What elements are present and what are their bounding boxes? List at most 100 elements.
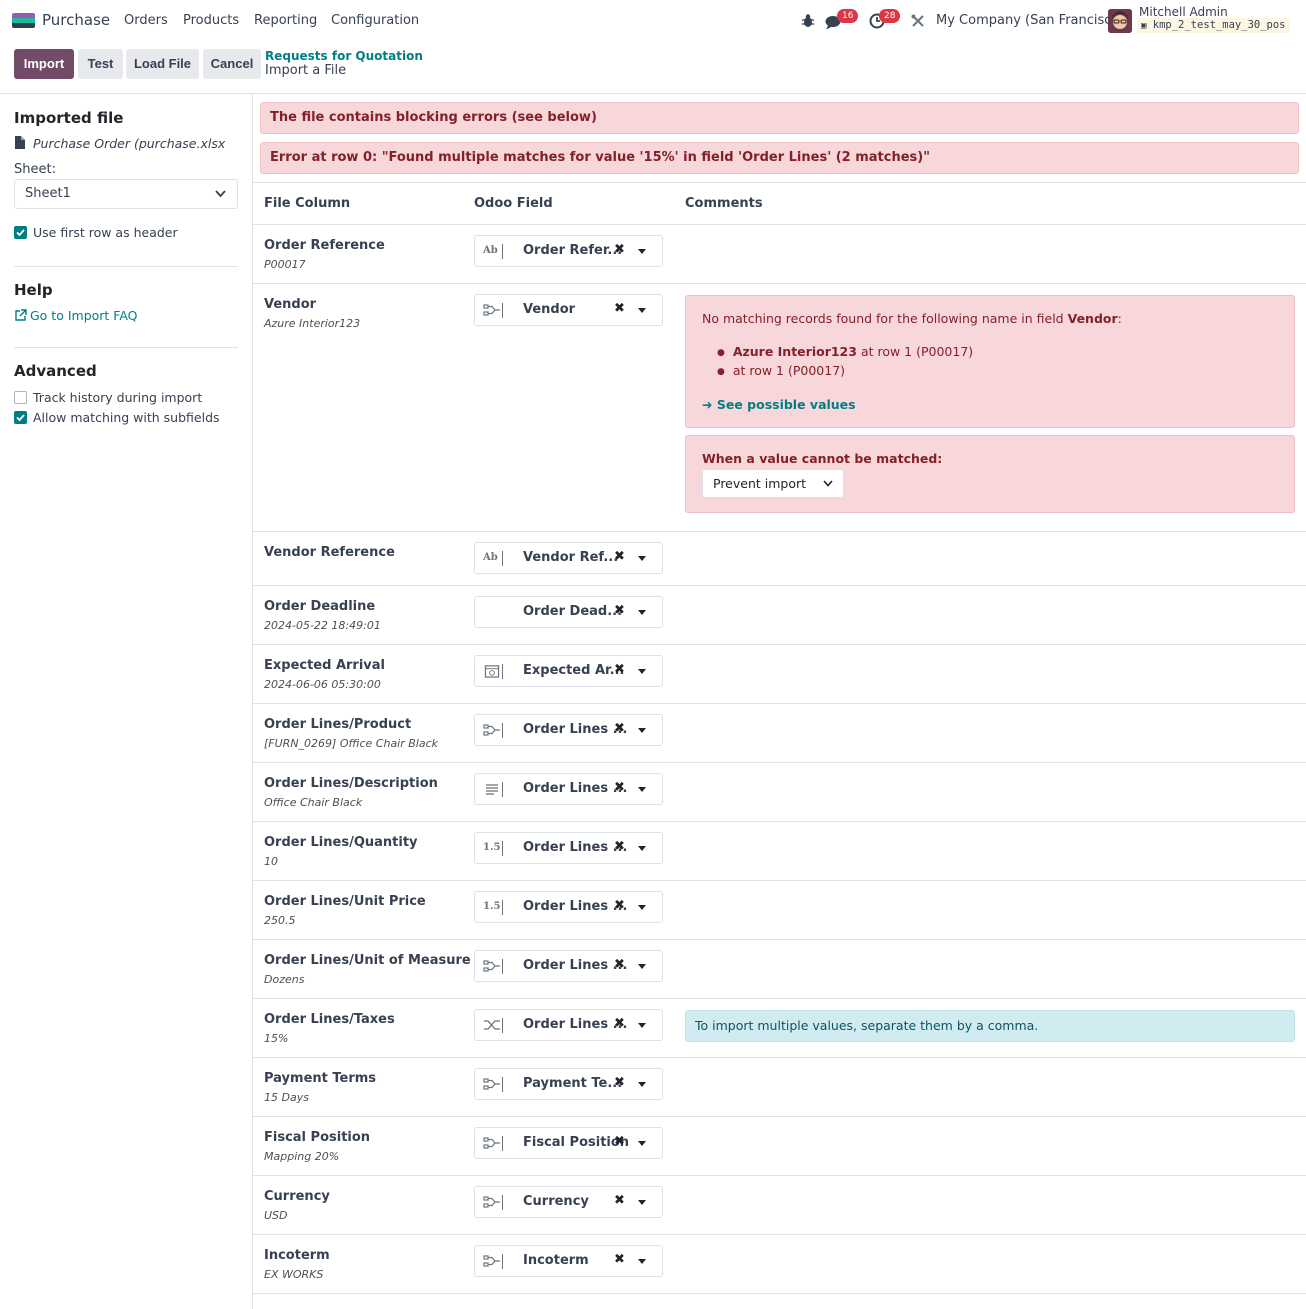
clear-field-icon[interactable]: ✖ [614,780,625,795]
menu-reporting[interactable]: Reporting [254,13,317,28]
file-column-sample: P00017 [264,258,306,271]
load-file-button[interactable]: Load File [126,49,199,79]
odoo-field-select[interactable]: 1.5 Order Lines ... ✖ [474,832,663,864]
company-switcher[interactable]: My Company (San Francisco) [936,13,1124,28]
odoo-field-select[interactable]: Ab Order Refer... ✖ [474,235,663,267]
file-column-sample: Office Chair Black [264,796,363,809]
odoo-field-select[interactable]: Order Dead... ✖ [474,596,663,628]
app-name[interactable]: Purchase [42,11,110,29]
import-faq-link[interactable]: Go to Import FAQ [30,308,138,323]
unmatched-select[interactable]: Prevent import [702,469,844,498]
dropdown-caret-icon[interactable] [638,728,646,733]
bug-icon[interactable] [801,12,815,30]
dropdown-caret-icon[interactable] [638,846,646,851]
odoo-field-select[interactable]: Order Lines ... ✖ [474,1009,663,1041]
user-name[interactable]: Mitchell Admin [1139,5,1228,19]
clear-field-icon[interactable]: ✖ [614,242,625,257]
odoo-field-select[interactable]: Vendor ✖ [474,294,663,326]
odoo-field-select[interactable]: Payment Te... ✖ [474,1068,663,1100]
odoo-field-select[interactable]: Order Lines ... ✖ [474,714,663,746]
clear-field-icon[interactable]: ✖ [614,839,625,854]
file-column-sample: 15 Days [264,1091,309,1104]
menu-orders[interactable]: Orders [124,13,168,28]
clear-field-icon[interactable]: ✖ [614,1016,625,1031]
file-column-name: Expected Arrival [264,658,385,673]
clear-field-icon[interactable]: ✖ [614,549,625,564]
clear-field-icon[interactable]: ✖ [614,1193,625,1208]
clear-field-icon[interactable]: ✖ [614,898,625,913]
user-avatar[interactable] [1108,9,1132,33]
clear-field-icon[interactable]: ✖ [614,957,625,972]
breadcrumb-parent[interactable]: Requests for Quotation [265,49,423,63]
no-match-item-1-value: Azure Interior123 [732,344,857,359]
clear-field-icon[interactable]: ✖ [614,603,625,618]
file-column-sample: 2024-05-22 18:49:01 [264,619,381,632]
table-row-divider [253,939,1306,940]
relation-icon [483,960,500,972]
file-column-name: Order Lines/Taxes [264,1012,395,1027]
field-type-separator [502,900,503,915]
odoo-field-select[interactable]: Ab Vendor Ref... ✖ [474,542,663,574]
external-link-icon[interactable] [15,309,27,321]
dropdown-caret-icon[interactable] [638,308,646,313]
dropdown-caret-icon[interactable] [638,1141,646,1146]
odoo-field-select[interactable]: Incoterm ✖ [474,1245,663,1277]
clear-field-icon[interactable]: ✖ [614,1075,625,1090]
vendor-no-match-comment: No matching records found for the follow… [685,295,1295,428]
odoo-field-select[interactable]: Fiscal Position ✖ [474,1127,663,1159]
import-button[interactable]: Import [14,49,74,79]
dropdown-caret-icon[interactable] [638,905,646,910]
messages-badge: 16 [837,9,859,23]
field-type-separator [502,1195,503,1210]
file-icon [15,136,25,149]
file-column-name: Order Reference [264,238,385,253]
odoo-field-select[interactable]: 1.5 Order Lines ... ✖ [474,891,663,923]
file-column-sample: 2024-06-06 05:30:00 [264,678,381,691]
file-column-name: Payment Terms [264,1071,377,1086]
clear-field-icon[interactable]: ✖ [614,721,625,736]
field-type-separator [502,303,503,318]
dropdown-caret-icon[interactable] [638,556,646,561]
test-button[interactable]: Test [78,49,123,79]
tools-icon[interactable] [911,12,925,30]
clear-field-icon[interactable]: ✖ [614,1252,625,1267]
cancel-button[interactable]: Cancel [203,49,261,79]
file-column-sample: USD [264,1209,288,1222]
file-column-name: Order Deadline [264,599,376,614]
menu-products[interactable]: Products [183,13,239,28]
arrow-right-icon: ➜ [702,397,713,412]
dropdown-caret-icon[interactable] [638,1023,646,1028]
dropdown-caret-icon[interactable] [638,1259,646,1264]
file-column-name: Order Lines/Description [264,776,438,791]
purchase-app-icon[interactable] [12,13,35,28]
file-column-name: Vendor Reference [264,545,395,560]
odoo-field-select[interactable]: Order Lines ... ✖ [474,950,663,982]
see-possible-values-label: See possible values [716,397,856,412]
dropdown-caret-icon[interactable] [638,249,646,254]
dropdown-caret-icon[interactable] [638,669,646,674]
dropdown-caret-icon[interactable] [638,964,646,969]
table-row-divider [253,762,1306,763]
menu-configuration[interactable]: Configuration [331,13,419,28]
odoo-field-label: Incoterm [523,1253,589,1268]
clear-field-icon[interactable]: ✖ [614,1134,625,1149]
allow-subfields-checkbox[interactable] [14,411,27,424]
dropdown-caret-icon[interactable] [638,1082,646,1087]
clear-field-icon[interactable]: ✖ [614,662,625,677]
see-possible-values-link[interactable]: ➜ See possible values [702,397,856,412]
table-row-divider [253,1057,1306,1058]
odoo-field-select[interactable]: Order Lines ... ✖ [474,773,663,805]
odoo-field-select[interactable]: Expected Ar... ✖ [474,655,663,687]
first-row-header-checkbox[interactable] [14,226,27,239]
sheet-select[interactable]: Sheet1 [14,179,238,209]
row-error-alert: Error at row 0: "Found multiple matches … [260,142,1299,174]
field-type-separator [502,1136,503,1151]
header-divider [0,93,1306,94]
breadcrumb-current: Import a File [265,63,347,78]
dropdown-caret-icon[interactable] [638,1200,646,1205]
odoo-field-select[interactable]: Currency ✖ [474,1186,663,1218]
dropdown-caret-icon[interactable] [638,787,646,792]
track-history-checkbox[interactable] [14,391,27,404]
clear-field-icon[interactable]: ✖ [614,301,625,316]
dropdown-caret-icon[interactable] [638,610,646,615]
